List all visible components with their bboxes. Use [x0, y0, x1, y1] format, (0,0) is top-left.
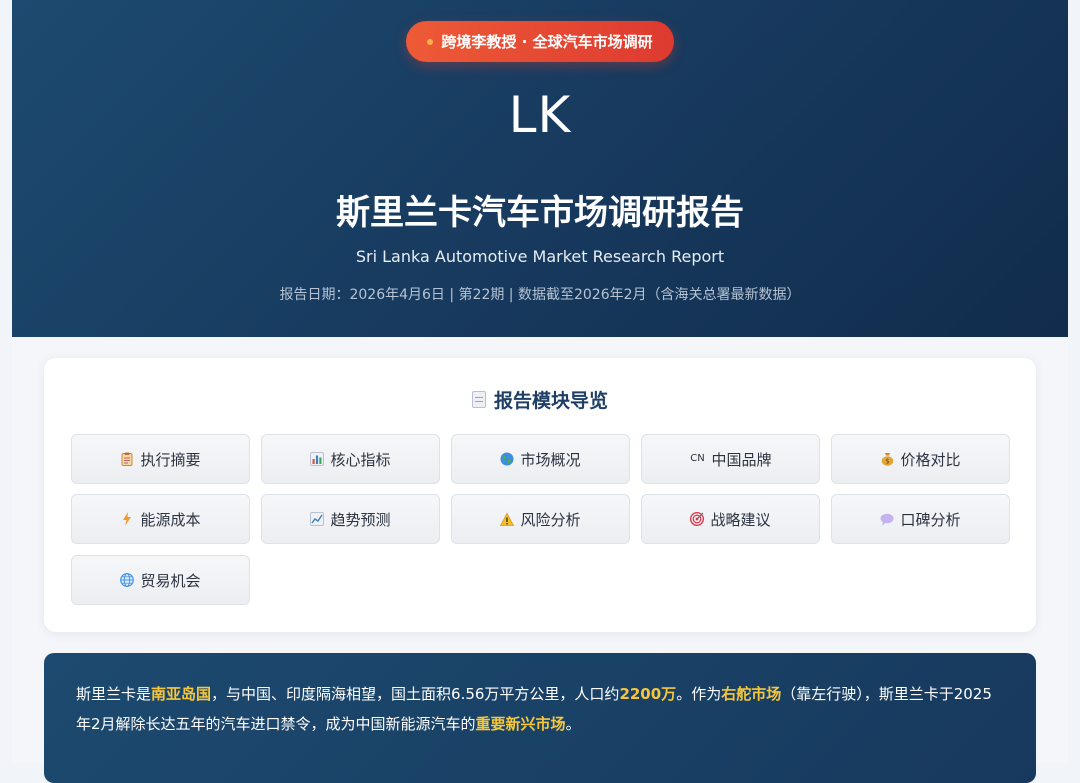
nav-button-price-comparison[interactable]: $ 价格对比 [831, 434, 1010, 484]
summary-highlight: 南亚岛国 [151, 685, 212, 703]
summary-highlight: 右舵市场 [721, 685, 782, 703]
hero-header: 跨境李教授 · 全球汽车市场调研 LK 斯里兰卡汽车市场调研报告 Sri Lan… [12, 0, 1068, 337]
nav-button-label: 能源成本 [140, 510, 201, 529]
cn-flag-icon: CN [690, 453, 705, 464]
clipboard-icon [120, 452, 134, 466]
warning-icon [500, 512, 515, 526]
badge-label: 跨境李教授 · 全球汽车市场调研 [441, 33, 653, 51]
badge-dot-icon [427, 38, 434, 45]
summary-text: ，与中国、印度隔海相望，国土面积6.56万平方公里，人口约 [211, 685, 620, 703]
bar-chart-icon [310, 452, 325, 466]
nav-button-label: 贸易机会 [140, 571, 201, 590]
globe-icon [500, 452, 514, 466]
module-nav-title: 报告模块导览 [44, 386, 1036, 413]
nav-button-reputation[interactable]: 口碑分析 [831, 494, 1010, 544]
author-badge: 跨境李教授 · 全球汽车市场调研 [406, 21, 674, 62]
nav-button-label: 中国品牌 [711, 450, 772, 469]
module-nav-card: 报告模块导览 执行摘要 核心指标 市场概况 CN 中国品牌 $ 价格对比 能源成… [44, 358, 1036, 632]
globe-grid-icon [120, 573, 135, 587]
summary-highlight: 重要新兴市场 [475, 715, 566, 733]
nav-button-label: 口碑分析 [900, 510, 961, 529]
nav-button-label: 价格对比 [900, 450, 961, 469]
nav-button-market-overview[interactable]: 市场概况 [451, 434, 630, 484]
nav-button-label: 执行摘要 [140, 450, 201, 469]
target-icon [690, 512, 705, 526]
trend-up-icon [310, 512, 325, 526]
nav-button-trade-opportunities[interactable]: 贸易机会 [71, 555, 250, 605]
nav-button-key-metrics[interactable]: 核心指标 [261, 434, 440, 484]
report-meta: 报告日期：2026年4月6日 | 第22期 | 数据截至2026年2月（含海关总… [279, 287, 801, 303]
money-bag-icon: $ [880, 452, 894, 466]
nav-button-label: 核心指标 [330, 450, 391, 469]
nav-button-risk-analysis[interactable]: 风险分析 [451, 494, 630, 544]
summary-text: 斯里兰卡是 [76, 685, 152, 703]
summary-text: 。 [565, 715, 581, 733]
svg-text:$: $ [885, 458, 889, 466]
market-summary-panel: 斯里兰卡是南亚岛国，与中国、印度隔海相望，国土面积6.56万平方公里，人口约22… [44, 653, 1036, 783]
report-title: 斯里兰卡汽车市场调研报告 [336, 193, 744, 233]
nav-button-label: 风险分析 [520, 510, 581, 529]
nav-button-trend-forecast[interactable]: 趋势预测 [261, 494, 440, 544]
nav-button-label: 市场概况 [520, 450, 581, 469]
country-code: LK [508, 86, 572, 144]
nav-button-energy-cost[interactable]: 能源成本 [71, 494, 250, 544]
module-nav-title-text: 报告模块导览 [493, 390, 608, 412]
page: 跨境李教授 · 全球汽车市场调研 LK 斯里兰卡汽车市场调研报告 Sri Lan… [12, 0, 1068, 783]
nav-button-chinese-brands[interactable]: CN 中国品牌 [641, 434, 820, 484]
nav-button-label: 战略建议 [710, 510, 771, 529]
document-icon [471, 391, 486, 408]
nav-button-executive-summary[interactable]: 执行摘要 [71, 434, 250, 484]
nav-button-strategy[interactable]: 战略建议 [641, 494, 820, 544]
summary-text: 。作为 [676, 685, 722, 703]
summary-highlight: 2200万 [619, 685, 677, 703]
nav-button-label: 趋势预测 [330, 510, 391, 529]
lightning-icon [120, 512, 134, 526]
report-subtitle: Sri Lanka Automotive Market Research Rep… [355, 247, 725, 266]
speech-bubble-icon [880, 512, 894, 526]
